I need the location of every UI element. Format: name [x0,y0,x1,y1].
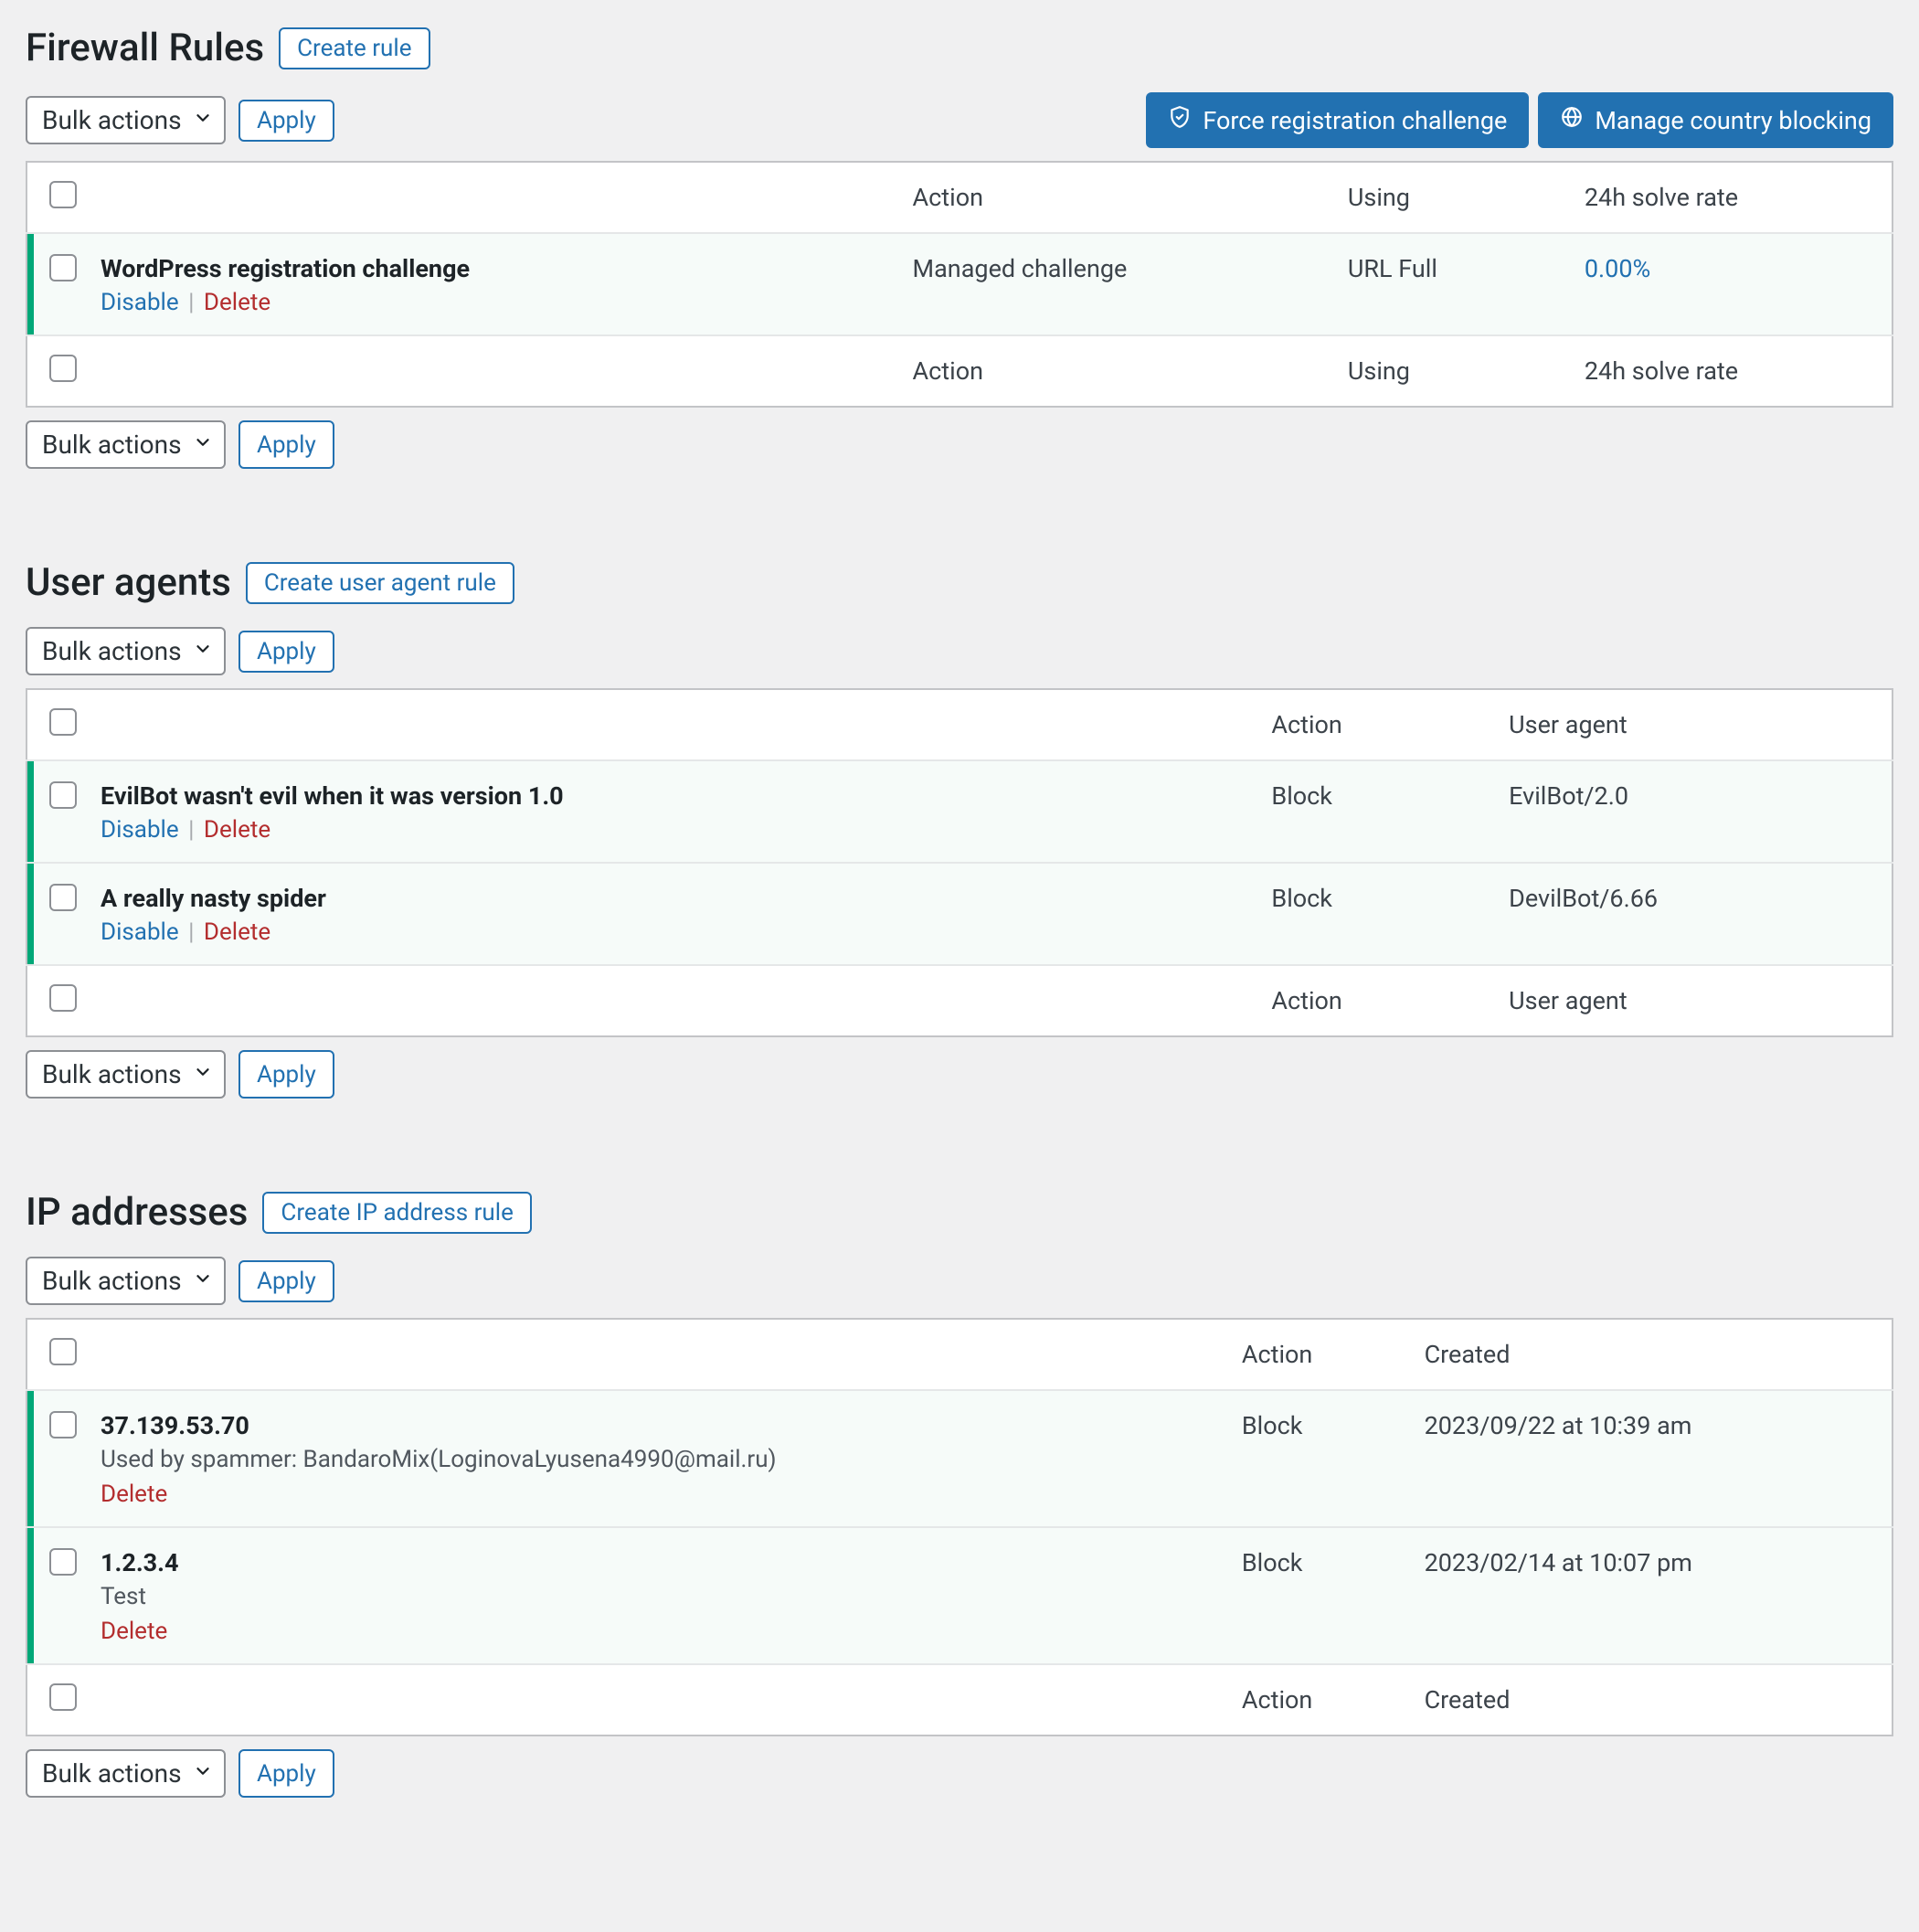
rule-solve-rate[interactable]: 0.00% [1585,254,1650,283]
rule-using: URL Full [1330,233,1566,335]
firewall-rules-table: Action Using 24h solve rate WordPress re… [26,161,1893,408]
col-action-header: Action [895,162,1330,233]
col-using-header: Using [1330,162,1566,233]
ip-bulk-actions-select-bottom[interactable]: Bulk actions [26,1749,226,1798]
user-agents-title: User agents [26,560,231,605]
ip-apply-bottom-button[interactable]: Apply [239,1749,334,1798]
select-all-checkbox[interactable] [49,1338,77,1365]
rule-created: 2023/02/14 at 10:07 pm [1406,1527,1892,1664]
delete-link[interactable]: Delete [204,918,270,946]
ua-bulk-actions-select[interactable]: Bulk actions [26,627,226,675]
manage-country-label: Manage country blocking [1595,106,1871,135]
row-checkbox[interactable] [49,781,77,809]
col-action-header: Action [1253,689,1490,760]
ip-value[interactable]: 1.2.3.4 [101,1548,1205,1577]
ua-bulk-actions-select-bottom[interactable]: Bulk actions [26,1050,226,1099]
create-firewall-rule-button[interactable]: Create rule [279,27,429,69]
rule-action: Block [1253,760,1490,863]
disable-link[interactable]: Disable [101,918,179,946]
delete-link[interactable]: Delete [101,1618,167,1645]
delete-link[interactable]: Delete [204,816,270,844]
rule-name[interactable]: WordPress registration challenge [101,254,876,283]
row-checkbox[interactable] [49,1411,77,1438]
ip-note: Used by spammer: BandaroMix(LoginovaLyus… [101,1446,1205,1473]
delete-link[interactable]: Delete [101,1481,167,1508]
create-ip-address-rule-button[interactable]: Create IP address rule [262,1192,531,1234]
rule-action: Block [1224,1390,1406,1527]
rule-action: Block [1224,1527,1406,1664]
disable-link[interactable]: Disable [101,816,179,844]
rule-action: Block [1253,863,1490,965]
ip-note: Test [101,1583,1205,1610]
row-checkbox[interactable] [49,1548,77,1576]
col-action-header: Action [1224,1319,1406,1390]
firewall-apply-top-button[interactable]: Apply [239,100,334,142]
firewall-apply-bottom-button[interactable]: Apply [239,420,334,469]
force-registration-label: Force registration challenge [1203,106,1507,135]
table-row: 37.139.53.70 Used by spammer: BandaroMix… [27,1390,1892,1527]
rule-ua: DevilBot/6.66 [1490,863,1892,965]
rule-name[interactable]: A really nasty spider [101,884,1235,913]
ua-apply-bottom-button[interactable]: Apply [239,1050,334,1099]
table-row: EvilBot wasn't evil when it was version … [27,760,1892,863]
user-agents-section: User agents Create user agent rule Bulk … [26,560,1893,1099]
shield-icon [1168,105,1192,135]
table-row: WordPress registration challenge Disable… [27,233,1892,335]
ua-apply-top-button[interactable]: Apply [239,631,334,673]
rule-name[interactable]: EvilBot wasn't evil when it was version … [101,781,1235,811]
col-ua-header: User agent [1490,689,1892,760]
create-user-agent-rule-button[interactable]: Create user agent rule [246,562,514,604]
firewall-bulk-actions-select[interactable]: Bulk actions [26,96,226,144]
delete-link[interactable]: Delete [204,289,270,316]
table-row: 1.2.3.4 Test Delete Block 2023/02/14 at … [27,1527,1892,1664]
select-all-checkbox-bottom[interactable] [49,355,77,382]
firewall-bulk-actions-select-bottom[interactable]: Bulk actions [26,420,226,469]
user-agents-table: Action User agent EvilBot wasn't evil wh… [26,688,1893,1037]
force-registration-challenge-button[interactable]: Force registration challenge [1146,92,1529,148]
select-all-checkbox-bottom[interactable] [49,1683,77,1711]
ip-apply-top-button[interactable]: Apply [239,1260,334,1302]
rule-ua: EvilBot/2.0 [1490,760,1892,863]
col-created-header: Created [1406,1319,1892,1390]
disable-link[interactable]: Disable [101,289,179,316]
rule-action: Managed challenge [895,233,1330,335]
ip-addresses-table: Action Created 37.139.53.70 Used by spam… [26,1318,1893,1736]
firewall-rules-section: Firewall Rules Create rule Bulk actions … [26,26,1893,469]
select-all-checkbox-bottom[interactable] [49,984,77,1012]
table-row: A really nasty spider Disable | Delete B… [27,863,1892,965]
manage-country-blocking-button[interactable]: Manage country blocking [1538,92,1893,148]
ip-addresses-title: IP addresses [26,1190,248,1235]
row-checkbox[interactable] [49,254,77,281]
rule-created: 2023/09/22 at 10:39 am [1406,1390,1892,1527]
col-rate-header: 24h solve rate [1566,162,1892,233]
row-checkbox[interactable] [49,884,77,911]
globe-icon [1560,105,1584,135]
firewall-title: Firewall Rules [26,26,264,70]
select-all-checkbox[interactable] [49,708,77,736]
ip-value[interactable]: 37.139.53.70 [101,1411,1205,1440]
ip-bulk-actions-select[interactable]: Bulk actions [26,1257,226,1305]
select-all-checkbox[interactable] [49,181,77,208]
ip-addresses-section: IP addresses Create IP address rule Bulk… [26,1190,1893,1798]
